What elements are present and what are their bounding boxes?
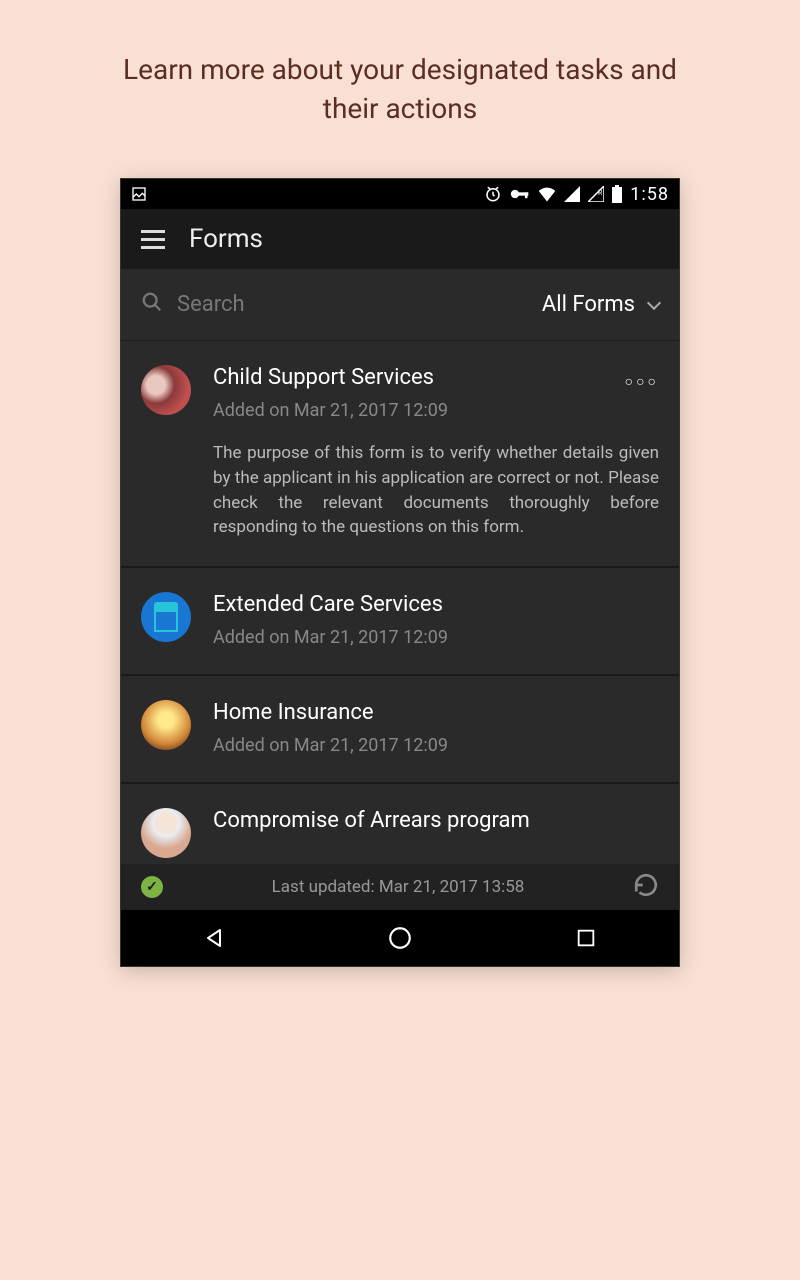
form-avatar <box>141 700 191 750</box>
chevron-down-icon <box>647 296 661 310</box>
roaming-icon: R <box>588 186 604 202</box>
last-updated-text: Last updated: Mar 21, 2017 13:58 <box>272 877 525 897</box>
search-placeholder: Search <box>177 292 245 317</box>
form-item[interactable]: Compromise of Arrears program <box>121 784 679 864</box>
android-nav-bar <box>121 910 679 966</box>
alarm-icon <box>484 185 502 203</box>
status-bar: R 1:58 <box>121 179 679 209</box>
search-input[interactable]: Search <box>141 291 245 319</box>
form-avatar <box>141 808 191 858</box>
form-description: The purpose of this form is to verify wh… <box>213 441 659 540</box>
form-title: Compromise of Arrears program <box>213 808 659 833</box>
app-header: Forms <box>121 209 679 269</box>
form-date: Added on Mar 21, 2017 12:09 <box>213 735 659 756</box>
menu-icon[interactable] <box>141 230 165 249</box>
form-item[interactable]: Child Support Services Added on Mar 21, … <box>121 341 679 568</box>
form-avatar <box>141 365 191 415</box>
header-title: Forms <box>189 224 263 254</box>
image-icon <box>131 186 147 202</box>
form-avatar <box>141 592 191 642</box>
form-item[interactable]: Home Insurance Added on Mar 21, 2017 12:… <box>121 676 679 784</box>
check-icon: ✓ <box>141 876 163 898</box>
forms-list[interactable]: Child Support Services Added on Mar 21, … <box>121 341 679 864</box>
wifi-icon <box>538 186 556 202</box>
back-button[interactable] <box>200 924 228 952</box>
search-bar: Search All Forms <box>121 269 679 341</box>
svg-text:R: R <box>598 189 603 197</box>
form-title: Child Support Services <box>213 365 448 390</box>
footer-bar: ✓ Last updated: Mar 21, 2017 13:58 <box>121 864 679 910</box>
filter-dropdown[interactable]: All Forms <box>542 292 659 317</box>
recents-button[interactable] <box>572 924 600 952</box>
battery-icon <box>612 185 622 203</box>
phone-frame: R 1:58 Forms Search All Forms <box>120 178 680 967</box>
refresh-icon[interactable] <box>633 872 659 902</box>
form-date: Added on Mar 21, 2017 12:09 <box>213 627 659 648</box>
signal-icon <box>564 186 580 202</box>
key-icon <box>510 187 530 201</box>
home-button[interactable] <box>386 924 414 952</box>
filter-label: All Forms <box>542 292 635 317</box>
form-date: Added on Mar 21, 2017 12:09 <box>213 400 448 421</box>
status-time: 1:58 <box>630 184 669 205</box>
more-icon[interactable]: ○○○ <box>625 365 659 390</box>
page-heading: Learn more about your designated tasks a… <box>120 50 680 128</box>
form-item[interactable]: Extended Care Services Added on Mar 21, … <box>121 568 679 676</box>
form-title: Extended Care Services <box>213 592 659 617</box>
form-title: Home Insurance <box>213 700 659 725</box>
search-icon <box>141 291 163 319</box>
